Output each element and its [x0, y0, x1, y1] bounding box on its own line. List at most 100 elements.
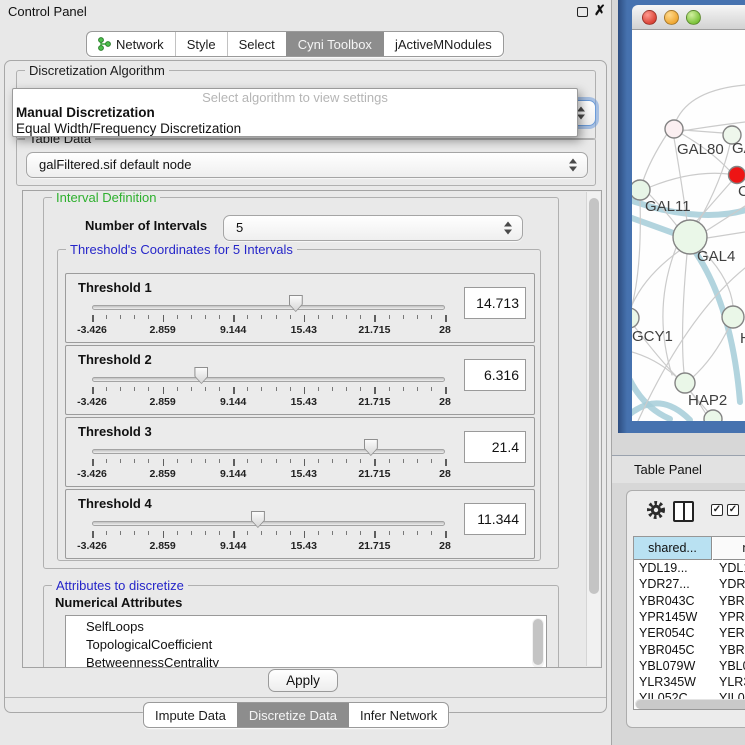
- network-node[interactable]: [704, 410, 722, 421]
- network-window-titlebar[interactable]: [632, 5, 745, 30]
- algorithm-option-equal-width[interactable]: Equal Width/Frequency Discretization: [13, 121, 577, 137]
- tab-jactivemnodules[interactable]: jActiveMNodules: [383, 32, 503, 56]
- cell-shared-name: YBR045C: [639, 642, 695, 659]
- network-node[interactable]: [632, 308, 639, 328]
- minimize-traffic-light[interactable]: [664, 10, 679, 25]
- network-edge[interactable]: [707, 232, 745, 238]
- node-label: GCY1: [632, 328, 673, 345]
- threshold-value-field[interactable]: 11.344: [464, 503, 526, 535]
- table-data-combobox[interactable]: galFiltered.sif default node: [26, 152, 588, 178]
- number-of-intervals-spinner[interactable]: 5: [223, 215, 523, 241]
- tab-network[interactable]: Network: [87, 32, 175, 56]
- algorithm-option-manual[interactable]: Manual Discretization: [13, 105, 577, 121]
- application-root: Control Panel ✗ Network Style Select Cyn…: [0, 0, 745, 745]
- table-row[interactable]: YDR27...YDR2: [634, 576, 745, 593]
- tick-mark: [219, 531, 220, 535]
- tick-mark: [233, 459, 235, 466]
- node-label: GAL11: [645, 198, 691, 215]
- table-row[interactable]: YDL19...YDL1: [634, 560, 745, 577]
- tab-select[interactable]: Select: [227, 32, 286, 56]
- tick-mark: [417, 459, 418, 463]
- list-item[interactable]: TopologicalCoefficient: [66, 636, 546, 654]
- tick-mark: [445, 315, 447, 322]
- table-row[interactable]: YBR045CYBR0: [634, 642, 745, 659]
- tick-mark: [318, 459, 319, 463]
- network-edge[interactable]: [643, 134, 667, 181]
- tick-mark: [431, 315, 432, 319]
- column-header-shared-name[interactable]: shared...: [634, 537, 712, 560]
- network-edge[interactable]: [676, 85, 745, 121]
- tick-label: 21.715: [346, 324, 402, 336]
- tick-label: 28: [417, 396, 473, 408]
- threshold-label: Threshold 2: [78, 352, 152, 367]
- list-item[interactable]: SelfLoops: [66, 618, 546, 636]
- network-canvas[interactable]: GAL80GACGAL11GAL4GCY1HHAP2: [632, 30, 745, 421]
- tab-impute-data[interactable]: Impute Data: [144, 703, 237, 727]
- list-scrollbar[interactable]: [532, 618, 544, 668]
- pane-scrollbar-thumb[interactable]: [589, 198, 599, 594]
- slider-track[interactable]: [92, 449, 445, 454]
- column-settings-icon[interactable]: [673, 501, 694, 522]
- tab-style[interactable]: Style: [175, 32, 227, 56]
- slider-track[interactable]: [92, 521, 445, 526]
- checkbox-select-all-icon[interactable]: ✓: [711, 504, 723, 516]
- network-node[interactable]: [675, 373, 695, 393]
- threshold-value-field[interactable]: 6.316: [464, 359, 526, 391]
- tick-mark: [233, 531, 235, 538]
- network-edge[interactable]: [706, 206, 745, 231]
- tab-discretize-data[interactable]: Discretize Data: [237, 703, 348, 727]
- threshold-value-field[interactable]: 14.713: [464, 287, 526, 319]
- close-icon[interactable]: ✗: [594, 2, 606, 19]
- network-node[interactable]: [665, 120, 683, 138]
- horizontal-scrollbar[interactable]: [635, 699, 745, 709]
- tick-mark: [205, 387, 206, 391]
- network-node[interactable]: [729, 167, 745, 184]
- gear-icon[interactable]: [645, 499, 667, 521]
- slider-track[interactable]: [92, 305, 445, 310]
- apply-button[interactable]: Apply: [268, 669, 338, 692]
- network-edge[interactable]: [632, 217, 676, 234]
- node-label: GAL80: [677, 141, 724, 158]
- column-header-name[interactable]: name: [713, 537, 745, 560]
- tick-mark: [332, 387, 333, 391]
- table-row[interactable]: YER054CYER0: [634, 625, 745, 642]
- node-label: H: [740, 330, 745, 347]
- pane-scrollbar[interactable]: [586, 192, 600, 666]
- network-edge[interactable]: [683, 130, 723, 133]
- control-panel-title: Control Panel: [8, 4, 87, 19]
- slider-track[interactable]: [92, 377, 445, 382]
- tick-mark: [191, 387, 192, 391]
- tick-mark: [290, 459, 291, 463]
- checkbox-select-none-icon[interactable]: ✓: [727, 504, 739, 516]
- list-item[interactable]: BetweennessCentrality: [66, 654, 546, 668]
- network-edge[interactable]: [692, 327, 729, 378]
- tick-label: 15.43: [276, 396, 332, 408]
- zoom-traffic-light[interactable]: [686, 10, 701, 25]
- network-node[interactable]: [722, 306, 744, 328]
- node-table: shared... name YDL19...YDL1YDR27...YDR2Y…: [633, 536, 745, 710]
- close-traffic-light[interactable]: [642, 10, 657, 25]
- numerical-attributes-list[interactable]: SelfLoopsTopologicalCoefficientBetweenne…: [65, 615, 547, 668]
- tab-cyni-toolbox[interactable]: Cyni Toolbox: [286, 32, 383, 56]
- list-scrollbar-thumb[interactable]: [533, 619, 543, 665]
- table-row[interactable]: YBR043CYBR0: [634, 593, 745, 610]
- tick-mark: [148, 315, 149, 319]
- network-edge[interactable]: [632, 380, 670, 419]
- table-row[interactable]: YPR145WYPR1: [634, 609, 745, 626]
- table-row[interactable]: YLR345WYLR3: [634, 674, 745, 691]
- cell-name: YBR0: [719, 593, 745, 610]
- table-row[interactable]: YBL079WYBL0: [634, 658, 745, 675]
- float-window-icon[interactable]: [577, 7, 588, 17]
- network-edge[interactable]: [663, 248, 676, 375]
- network-node[interactable]: [632, 180, 650, 200]
- tick-mark: [92, 387, 94, 394]
- network-graph[interactable]: GAL80GACGAL11GAL4GCY1HHAP2: [632, 30, 745, 421]
- network-edge[interactable]: [683, 254, 687, 373]
- tick-label: 21.715: [346, 540, 402, 552]
- tab-infer-network[interactable]: Infer Network: [348, 703, 448, 727]
- tick-mark: [431, 531, 432, 535]
- tick-mark: [360, 459, 361, 463]
- tick-mark: [163, 531, 165, 538]
- horizontal-scrollbar-thumb[interactable]: [636, 700, 745, 709]
- threshold-value-field[interactable]: 21.4: [464, 431, 526, 463]
